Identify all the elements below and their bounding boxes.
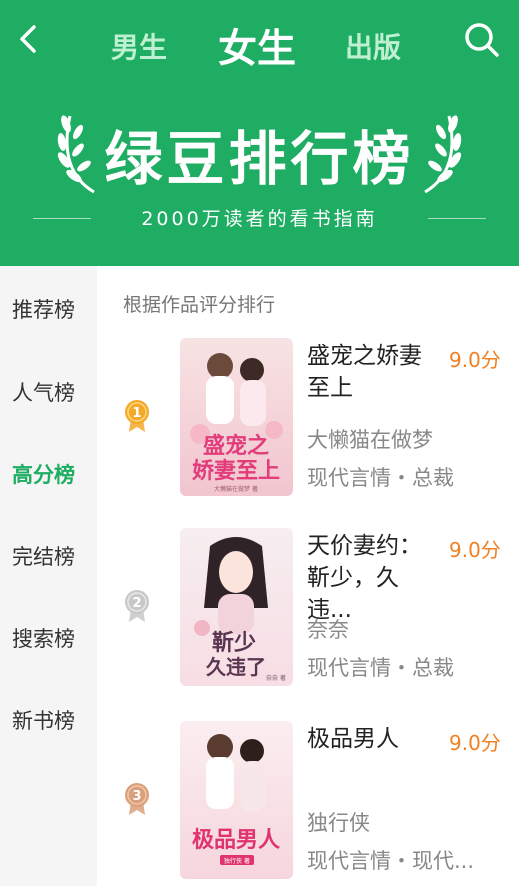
sidebar-item-search[interactable]: 搜索榜 — [12, 623, 75, 653]
list-caption: 根据作品评分排行 — [123, 294, 276, 316]
book-cover[interactable]: 靳少 久违了 奈奈 著 — [180, 528, 293, 686]
medal-icon: 1 — [125, 400, 149, 432]
subtitle-divider-right — [428, 218, 486, 219]
sidebar-item-new[interactable]: 新书榜 — [12, 705, 75, 735]
book-title[interactable]: 天价妻约： 靳少，久违... — [307, 530, 439, 626]
sidebar-item-completed[interactable]: 完结榜 — [12, 541, 75, 571]
rank-number: 1 — [132, 406, 141, 421]
svg-text:极品男人: 极品男人 — [192, 827, 280, 853]
svg-text:独行侠 著: 独行侠 著 — [224, 857, 250, 865]
tab-male[interactable]: 男生 — [111, 26, 167, 66]
svg-text:大懒猫在做梦 著: 大懒猫在做梦 著 — [214, 485, 258, 493]
medal-icon: 3 — [125, 783, 149, 815]
book-title[interactable]: 盛宠之娇妻 至上 — [307, 340, 439, 404]
sidebar-item-recommended[interactable]: 推荐榜 — [12, 294, 75, 324]
gender-tabs: 男生 女生 出版 — [0, 18, 519, 72]
rank-number: 2 — [132, 596, 141, 611]
list-item[interactable]: 3 极品男人 独行侠 著 极品男人 9.0分 独行侠 现代言情・现代... — [97, 721, 519, 886]
ranking-sidebar: 推荐榜 人气榜 高分榜 完结榜 搜索榜 新书榜 — [0, 266, 97, 886]
ranking-list: 根据作品评分排行 1 盛宠之 娇妻至上 大懒猫在做梦 著 盛宠之娇妻 至上 9.… — [97, 266, 519, 886]
laurel-right-icon — [424, 115, 462, 194]
tab-female[interactable]: 女生 — [218, 18, 296, 74]
svg-text:娇妻至上: 娇妻至上 — [192, 458, 280, 484]
book-score: 9.0分 — [449, 731, 501, 755]
svg-text:久违了: 久违了 — [206, 655, 266, 679]
search-icon[interactable] — [462, 20, 502, 60]
book-author[interactable]: 奈奈 — [307, 614, 349, 644]
book-author[interactable]: 大懒猫在做梦 — [307, 424, 433, 454]
book-score: 9.0分 — [449, 348, 501, 372]
list-item[interactable]: 2 靳少 久违了 奈奈 著 天价妻约： 靳少，久违... 9.0分 奈奈 现代言… — [97, 528, 519, 696]
list-item[interactable]: 1 盛宠之 娇妻至上 大懒猫在做梦 著 盛宠之娇妻 至上 9.0分 大懒猫在做梦… — [97, 338, 519, 506]
book-cover[interactable]: 极品男人 独行侠 著 — [180, 721, 293, 879]
svg-text:盛宠之: 盛宠之 — [203, 433, 269, 459]
book-author[interactable]: 独行侠 — [307, 807, 370, 837]
book-genre: 现代言情・总裁 — [307, 466, 454, 490]
rank-number: 3 — [132, 789, 141, 804]
book-title[interactable]: 极品男人 — [307, 723, 439, 755]
book-score: 9.0分 — [449, 538, 501, 562]
book-genre: 现代言情・现代... — [307, 849, 475, 873]
medal-icon: 2 — [125, 590, 149, 622]
svg-text:奈奈 著: 奈奈 著 — [266, 674, 286, 682]
sidebar-item-high-score[interactable]: 高分榜 — [12, 459, 75, 489]
svg-text:靳少: 靳少 — [212, 630, 256, 656]
book-cover[interactable]: 盛宠之 娇妻至上 大懒猫在做梦 著 — [180, 338, 293, 496]
book-genre: 现代言情・总裁 — [307, 656, 454, 680]
sidebar-item-popular[interactable]: 人气榜 — [12, 377, 75, 407]
header-banner: 男生 女生 出版 绿豆排行榜 2000万读者的看书指南 — [0, 0, 519, 266]
tab-publishing[interactable]: 出版 — [345, 26, 401, 66]
